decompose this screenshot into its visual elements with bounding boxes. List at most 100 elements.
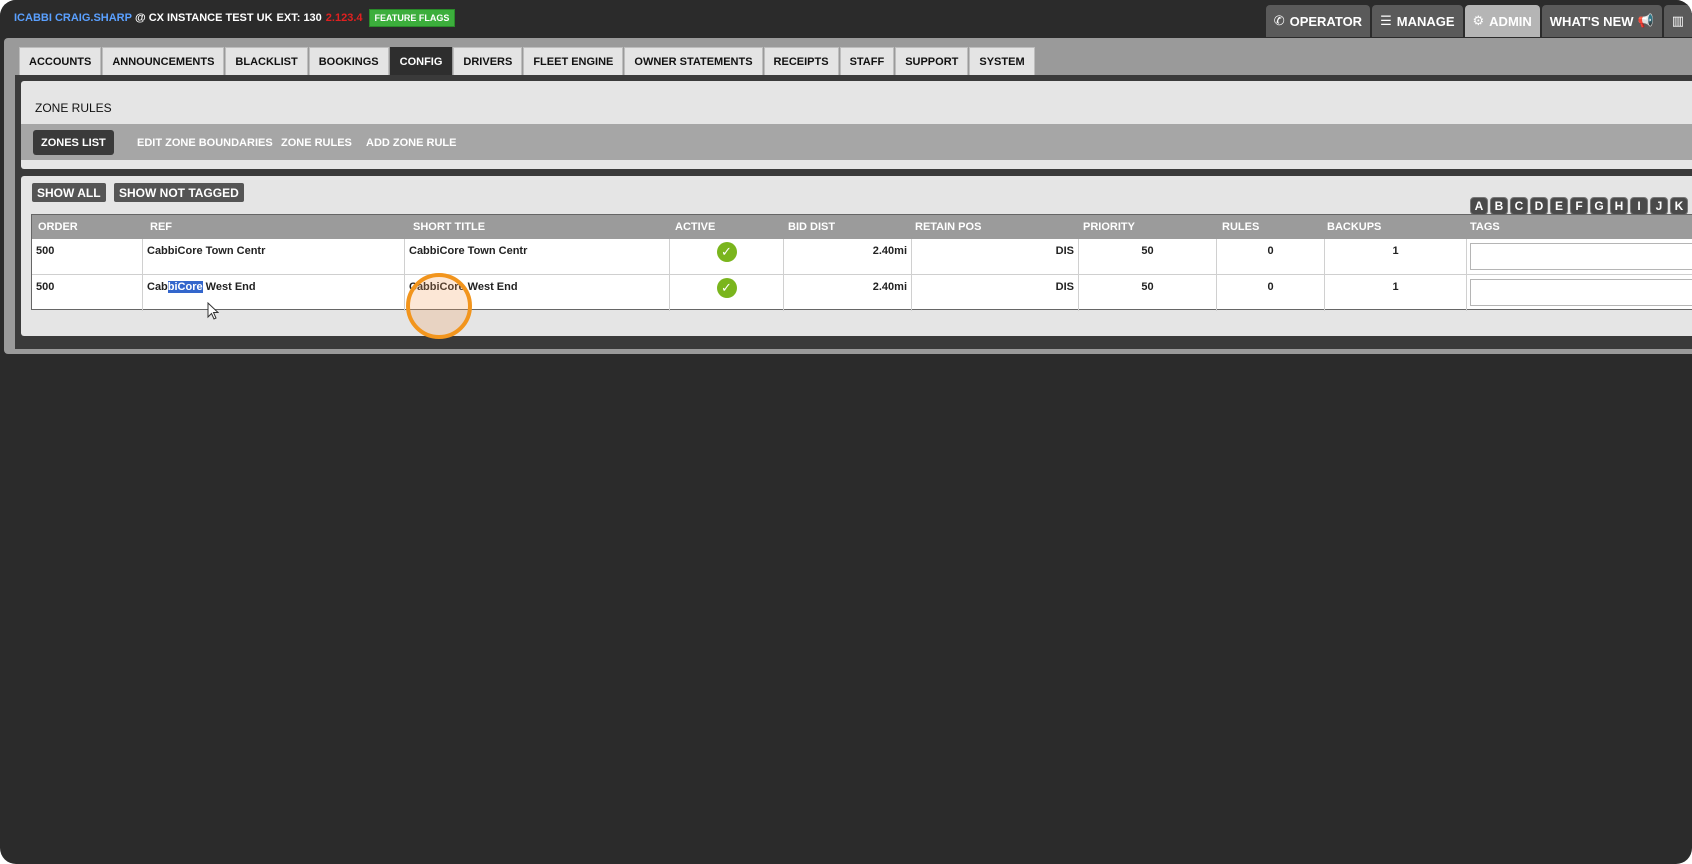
zone-nav-zone-rules[interactable]: ZONE RULES bbox=[273, 130, 360, 155]
cell-backups: 1 bbox=[1325, 239, 1467, 275]
main-panel: ACCOUNTS ANNOUNCEMENTS BLACKLIST BOOKING… bbox=[4, 38, 1692, 354]
cell-priority: 50 bbox=[1079, 239, 1217, 275]
cell-tags bbox=[1467, 239, 1692, 275]
tab-system[interactable]: SYSTEM bbox=[969, 47, 1035, 75]
megaphone-icon: 📢 bbox=[1637, 13, 1654, 28]
list-icon: ☰ bbox=[1380, 13, 1392, 28]
user-info: ICABBI CRAIG.SHARP @ CX INSTANCE TEST UK… bbox=[14, 9, 456, 27]
zone-nav-zones-list[interactable]: ZONES LIST bbox=[33, 130, 114, 155]
tab-staff[interactable]: STAFF bbox=[839, 47, 895, 75]
letter-filter: A B C D E F G H I J K bbox=[1470, 197, 1690, 215]
cell-rules: 0 bbox=[1217, 239, 1325, 275]
nav-operator-label: OPERATOR bbox=[1289, 13, 1363, 29]
show-not-tagged-button[interactable]: SHOW NOT TAGGED bbox=[114, 183, 244, 202]
extension-label: EXT: 130 bbox=[276, 12, 322, 24]
tab-fleet-engine[interactable]: FLEET ENGINE bbox=[523, 47, 624, 75]
nav-manage[interactable]: ☰ MANAGE bbox=[1372, 5, 1463, 37]
letter-h-button[interactable]: H bbox=[1610, 197, 1628, 215]
letter-e-button[interactable]: E bbox=[1550, 197, 1568, 215]
col-priority[interactable]: PRIORITY bbox=[1083, 215, 1135, 239]
tags-input[interactable] bbox=[1470, 243, 1692, 270]
tab-bookings[interactable]: BOOKINGS bbox=[308, 47, 389, 75]
letter-d-button[interactable]: D bbox=[1530, 197, 1548, 215]
show-all-button[interactable]: SHOW ALL bbox=[32, 183, 106, 202]
tab-announcements[interactable]: ANNOUNCEMENTS bbox=[102, 47, 225, 75]
gear-icon: ⚙ bbox=[1472, 13, 1485, 28]
letter-g-button[interactable]: G bbox=[1590, 197, 1608, 215]
letter-c-button[interactable]: C bbox=[1510, 197, 1528, 215]
bar-chart-icon: ▥ bbox=[1671, 13, 1684, 28]
col-rules[interactable]: RULES bbox=[1222, 215, 1259, 239]
col-tags[interactable]: TAGS bbox=[1470, 215, 1500, 239]
col-order[interactable]: ORDER bbox=[38, 215, 78, 239]
instance-name: CX INSTANCE TEST UK bbox=[148, 12, 273, 24]
ref-text-post: West End bbox=[202, 281, 256, 293]
zones-list-box: SHOW ALL SHOW NOT TAGGED A B C D E F G H… bbox=[21, 176, 1692, 336]
app-frame: ICABBI CRAIG.SHARP @ CX INSTANCE TEST UK… bbox=[0, 0, 1692, 864]
tab-blacklist[interactable]: BLACKLIST bbox=[225, 47, 308, 75]
tab-receipts[interactable]: RECEIPTS bbox=[763, 47, 839, 75]
top-nav: ✆ OPERATOR ☰ MANAGE ⚙ ADMIN WHAT'S NEW 📢… bbox=[1264, 5, 1692, 37]
letter-i-button[interactable]: I bbox=[1630, 197, 1648, 215]
cell-retain-pos: DIS bbox=[912, 275, 1079, 311]
nav-admin[interactable]: ⚙ ADMIN bbox=[1464, 5, 1540, 37]
active-check-icon: ✓ bbox=[716, 242, 737, 262]
cell-ref[interactable]: CabbiCore Town Centr bbox=[143, 239, 405, 275]
cell-rules: 0 bbox=[1217, 275, 1325, 311]
mouse-cursor-icon bbox=[207, 302, 219, 320]
cell-ref[interactable]: CabbiCore West End bbox=[143, 275, 405, 311]
col-bid-dist[interactable]: BID DIST bbox=[788, 215, 835, 239]
letter-k-button[interactable]: K bbox=[1670, 197, 1688, 215]
ref-text-pre: Cab bbox=[147, 281, 168, 293]
col-short-title[interactable]: SHORT TITLE bbox=[413, 215, 485, 239]
zone-nav: ZONES LIST EDIT ZONE BOUNDARIES ZONE RUL… bbox=[21, 124, 1692, 160]
letter-j-button[interactable]: J bbox=[1650, 197, 1668, 215]
zone-nav-add-zone-rule[interactable]: ADD ZONE RULE bbox=[358, 130, 464, 155]
cell-order: 500 bbox=[32, 239, 143, 275]
cell-retain-pos: DIS bbox=[912, 239, 1079, 275]
tab-accounts[interactable]: ACCOUNTS bbox=[19, 47, 102, 75]
col-ref[interactable]: REF bbox=[150, 215, 172, 239]
cell-bid-dist: 2.40mi bbox=[784, 239, 912, 275]
version-label: 2.123.4 bbox=[325, 12, 363, 24]
cell-order: 500 bbox=[32, 275, 143, 311]
cell-active[interactable]: ✓ bbox=[670, 275, 784, 311]
col-backups[interactable]: BACKUPS bbox=[1327, 215, 1381, 239]
zone-rules-box: ZONE RULES ZONES LIST EDIT ZONE BOUNDARI… bbox=[21, 81, 1692, 169]
letter-b-button[interactable]: B bbox=[1490, 197, 1508, 215]
cell-backups: 1 bbox=[1325, 275, 1467, 311]
table-header: ORDER REF SHORT TITLE ACTIVE BID DIST RE… bbox=[32, 215, 1692, 239]
tab-support[interactable]: SUPPORT bbox=[895, 47, 969, 75]
tab-content: ZONE RULES ZONES LIST EDIT ZONE BOUNDARI… bbox=[15, 75, 1692, 349]
zone-rules-title: ZONE RULES bbox=[35, 101, 112, 115]
nav-admin-label: ADMIN bbox=[1489, 13, 1532, 29]
table-row[interactable]: 500 CabbiCore Town Centr CabbiCore Town … bbox=[32, 239, 1692, 275]
username-link[interactable]: ICABBI CRAIG.SHARP bbox=[14, 12, 132, 24]
col-active[interactable]: ACTIVE bbox=[675, 215, 715, 239]
tab-config[interactable]: CONFIG bbox=[389, 47, 453, 75]
ref-text-selected: biCore bbox=[167, 281, 203, 293]
tab-drivers[interactable]: DRIVERS bbox=[453, 47, 523, 75]
cell-bid-dist: 2.40mi bbox=[784, 275, 912, 311]
col-retain-pos[interactable]: RETAIN POS bbox=[915, 215, 981, 239]
zone-nav-edit-boundaries[interactable]: EDIT ZONE BOUNDARIES bbox=[129, 130, 281, 155]
zones-table: ORDER REF SHORT TITLE ACTIVE BID DIST RE… bbox=[31, 214, 1692, 311]
cell-priority: 50 bbox=[1079, 275, 1217, 311]
nav-stats[interactable]: ▥ bbox=[1663, 5, 1692, 37]
letter-a-button[interactable]: A bbox=[1470, 197, 1488, 215]
letter-f-button[interactable]: F bbox=[1570, 197, 1588, 215]
click-highlight-circle bbox=[406, 273, 472, 339]
table-row[interactable]: 500 CabbiCore West End CabbiCore West En… bbox=[32, 275, 1692, 311]
nav-operator[interactable]: ✆ OPERATOR bbox=[1265, 5, 1371, 37]
feature-flags-button[interactable]: FEATURE FLAGS bbox=[368, 9, 456, 27]
cell-short-title[interactable]: CabbiCore Town Centr bbox=[405, 239, 670, 275]
nav-whats-new[interactable]: WHAT'S NEW 📢 bbox=[1541, 5, 1662, 37]
config-tabs: ACCOUNTS ANNOUNCEMENTS BLACKLIST BOOKING… bbox=[19, 47, 1036, 75]
tab-owner-statements[interactable]: OWNER STATEMENTS bbox=[624, 47, 763, 75]
tags-input[interactable] bbox=[1470, 279, 1692, 306]
nav-whats-new-label: WHAT'S NEW bbox=[1549, 13, 1634, 29]
at-sign: @ bbox=[134, 12, 146, 24]
cell-tags bbox=[1467, 275, 1692, 311]
phone-icon: ✆ bbox=[1273, 13, 1285, 28]
cell-active[interactable]: ✓ bbox=[670, 239, 784, 275]
